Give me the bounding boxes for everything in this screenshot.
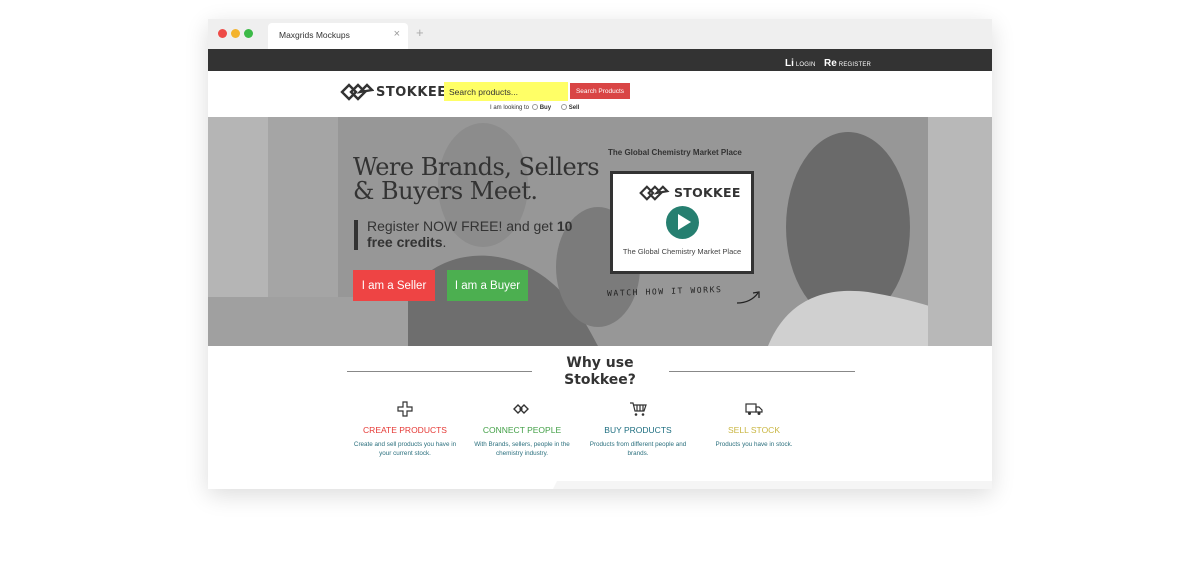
browser-chrome: Maxgrids Mockups × + [208, 19, 992, 49]
truck-icon [745, 403, 763, 415]
why-title: Why use Stokkee? [564, 355, 636, 388]
market-title: The Global Chemistry Market Place [608, 148, 742, 157]
hero-subtitle-text: Register NOW FREE! and get [367, 218, 557, 234]
why-divider-right [669, 371, 855, 372]
video-caption: The Global Chemistry Market Place [622, 247, 742, 256]
sell-radio[interactable] [560, 104, 567, 110]
looking-to-group: I am looking to Buy Sell [490, 104, 587, 111]
search-products-button[interactable]: Search Products [570, 83, 630, 99]
feature-name: CREATE PRODUCTS [363, 425, 447, 435]
logo-mark-icon [340, 83, 375, 101]
feature-buy-products: BUY PRODUCTS Products from different peo… [583, 401, 693, 458]
seller-button[interactable]: I am a Seller [353, 270, 435, 301]
buy-label: Buy [539, 105, 552, 111]
video-card[interactable]: STOKKEE The Global Chemistry Market Plac… [610, 171, 754, 274]
register-abbr: Re [824, 58, 837, 69]
curved-arrow-icon [736, 291, 760, 304]
feature-create-products: CREATE PRODUCTS Create and sell products… [350, 401, 460, 458]
bottom-footer-edge [553, 481, 992, 489]
feature-sell-stock: SELL STOCK Products you have in stock. [699, 401, 809, 450]
site-logo[interactable]: STOKKEE [340, 83, 446, 101]
why-divider-left [347, 371, 532, 372]
feature-desc: Create and sell products you have in you… [353, 441, 457, 457]
looking-label: I am looking to [490, 105, 530, 111]
feature-desc: Products you have in stock. [715, 441, 793, 448]
video-logo: STOKKEE [638, 185, 740, 201]
browser-tab[interactable]: Maxgrids Mockups × [268, 23, 408, 49]
feature-name: CONNECT PEOPLE [482, 425, 562, 435]
logo-text: STOKKEE [376, 85, 447, 100]
hero-accent-bar [354, 220, 358, 250]
tab-title: Maxgrids Mockups [279, 30, 350, 40]
hero-title: Were Brands, Sellers & Buyers Meet. [353, 153, 600, 205]
play-icon [678, 214, 691, 230]
search-input[interactable] [444, 82, 568, 101]
hero-photo [208, 117, 992, 346]
minimize-window-button[interactable] [231, 29, 240, 38]
top-bar: Li LOGIN Re REGISTER [208, 49, 992, 71]
feature-connect-people: CONNECT PEOPLE With Brands, sellers, peo… [467, 401, 577, 458]
feature-desc: With Brands, sellers, people in the chem… [474, 441, 570, 457]
connect-icon [513, 404, 529, 414]
register-label: REGISTER [838, 62, 872, 68]
new-tab-icon[interactable]: + [416, 25, 424, 40]
login-link[interactable]: Li LOGIN [785, 53, 816, 71]
cart-icon [630, 402, 647, 416]
login-label: LOGIN [795, 62, 816, 68]
hero-subtitle-end: . [442, 234, 447, 250]
hero-section: Were Brands, Sellers & Buyers Meet. Regi… [208, 117, 992, 346]
sell-label: Sell [568, 105, 580, 111]
video-logo-text: STOKKEE [674, 185, 741, 200]
browser-window: Maxgrids Mockups × + Li LOGIN Re REGISTER … [208, 19, 992, 489]
buyer-button[interactable]: I am a Buyer [447, 270, 528, 301]
tab-close-icon[interactable]: × [394, 28, 400, 40]
close-window-button[interactable] [218, 29, 227, 38]
feature-name: BUY PRODUCTS [604, 425, 672, 435]
register-link[interactable]: Re REGISTER [824, 53, 871, 71]
feature-name: SELL STOCK [728, 425, 780, 435]
video-logo-mark-icon [639, 185, 670, 201]
login-abbr: Li [785, 58, 794, 69]
buy-radio[interactable] [531, 104, 538, 110]
play-button[interactable] [666, 206, 699, 239]
hero-subtitle: Register NOW FREE! and get 10 free credi… [367, 218, 587, 250]
maximize-window-button[interactable] [244, 29, 253, 38]
feature-desc: Products from different people and brand… [589, 441, 687, 457]
plus-icon [397, 401, 413, 417]
